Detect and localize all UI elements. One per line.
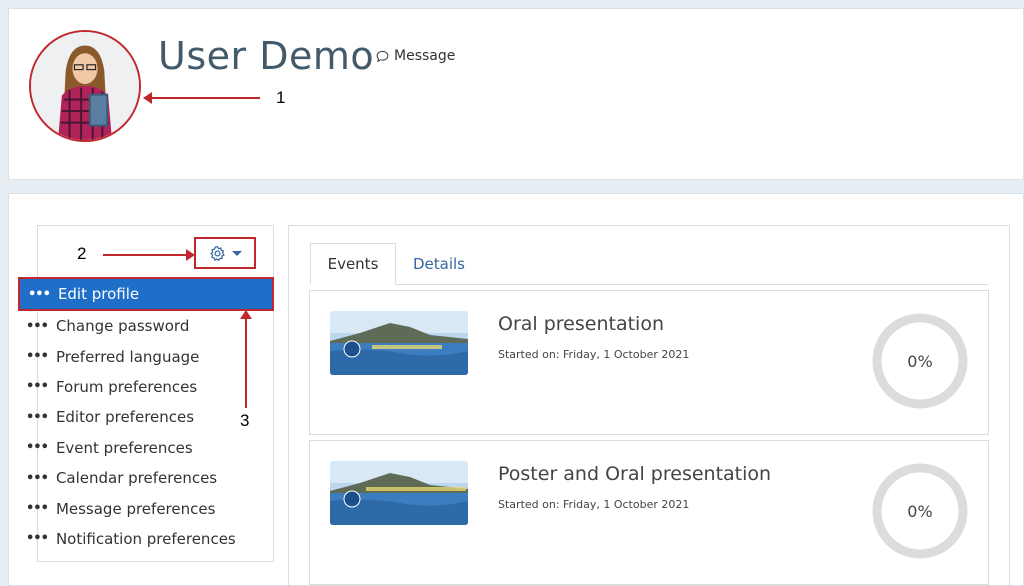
menu-item-label: Preferred language: [55, 347, 200, 366]
progress-percent: 0%: [907, 501, 933, 521]
settings-dropdown-menu: ••• Edit profile ••• Change password ••• Pr…: [18, 277, 274, 554]
annotation-number-3: 3: [240, 411, 250, 430]
gear-icon: [209, 245, 225, 261]
menu-item-label: Edit profile: [57, 285, 140, 303]
event-card: Oral presentation Started on: Friday, 1 …: [309, 290, 989, 435]
menu-item-label: Forum preferences: [55, 377, 198, 396]
progress-container: 0%: [872, 463, 968, 559]
event-title[interactable]: Oral presentation: [498, 313, 664, 335]
progress-container: 0%: [872, 313, 968, 409]
menu-item-label: Message preferences: [55, 499, 216, 518]
annotation-arrow-3: [245, 318, 247, 408]
menu-item-message-preferences[interactable]: ••• Message preferences: [18, 493, 274, 523]
annotation-number-1: 1: [276, 88, 286, 107]
menu-item-label: Calendar preferences: [55, 469, 218, 488]
menu-item-event-preferences[interactable]: ••• Event preferences: [18, 433, 274, 463]
menu-item-preferred-language[interactable]: ••• Preferred language: [18, 341, 274, 371]
dots-icon: •••: [26, 318, 49, 334]
menu-item-edit-profile[interactable]: ••• Edit profile: [18, 277, 274, 311]
tab-details[interactable]: Details: [404, 243, 474, 285]
menu-item-editor-preferences[interactable]: ••• Editor preferences: [18, 402, 274, 432]
menu-item-label: Change password: [55, 317, 190, 336]
annotation-arrowhead-3: [240, 310, 252, 319]
avatar-image: [31, 32, 139, 140]
menu-item-notification-preferences[interactable]: ••• Notification preferences: [18, 524, 274, 554]
avatar[interactable]: [29, 30, 141, 142]
dots-icon: •••: [26, 501, 49, 517]
event-card: Poster and Oral presentation Started on:…: [309, 440, 989, 585]
dots-icon: •••: [26, 349, 49, 365]
menu-item-calendar-preferences[interactable]: ••• Calendar preferences: [18, 463, 274, 493]
user-name: User Demo: [158, 34, 375, 78]
dots-icon: •••: [26, 531, 49, 547]
tab-events[interactable]: Events: [310, 243, 396, 285]
dots-icon: •••: [28, 286, 51, 302]
annotation-arrow-1: [150, 97, 260, 99]
dots-icon: •••: [26, 470, 49, 486]
dots-icon: •••: [26, 440, 49, 456]
menu-item-forum-preferences[interactable]: ••• Forum preferences: [18, 372, 274, 402]
lake-image: [330, 461, 468, 525]
annotation-arrow-2: [103, 254, 187, 256]
menu-item-label: Event preferences: [55, 438, 193, 457]
dots-icon: •••: [26, 379, 49, 395]
menu-item-label: Notification preferences: [55, 529, 236, 548]
event-start-date: Started on: Friday, 1 October 2021: [498, 348, 690, 361]
dots-icon: •••: [26, 409, 49, 425]
settings-menu-toggle[interactable]: [194, 237, 256, 269]
menu-item-change-password[interactable]: ••• Change password: [18, 311, 274, 341]
tab-divider: [396, 284, 988, 285]
message-link[interactable]: Message: [376, 48, 455, 64]
message-label: Message: [394, 48, 456, 64]
event-thumbnail[interactable]: [330, 461, 468, 525]
event-title[interactable]: Poster and Oral presentation: [498, 463, 771, 485]
lake-image: [330, 311, 468, 375]
chat-bubble-icon: [376, 50, 389, 62]
event-start-date: Started on: Friday, 1 October 2021: [498, 498, 690, 511]
event-thumbnail[interactable]: [330, 311, 468, 375]
annotation-number-2: 2: [77, 244, 87, 263]
progress-percent: 0%: [907, 351, 933, 371]
caret-down-icon: [231, 250, 242, 256]
menu-item-label: Editor preferences: [55, 408, 195, 427]
annotation-arrowhead-1: [143, 92, 152, 104]
